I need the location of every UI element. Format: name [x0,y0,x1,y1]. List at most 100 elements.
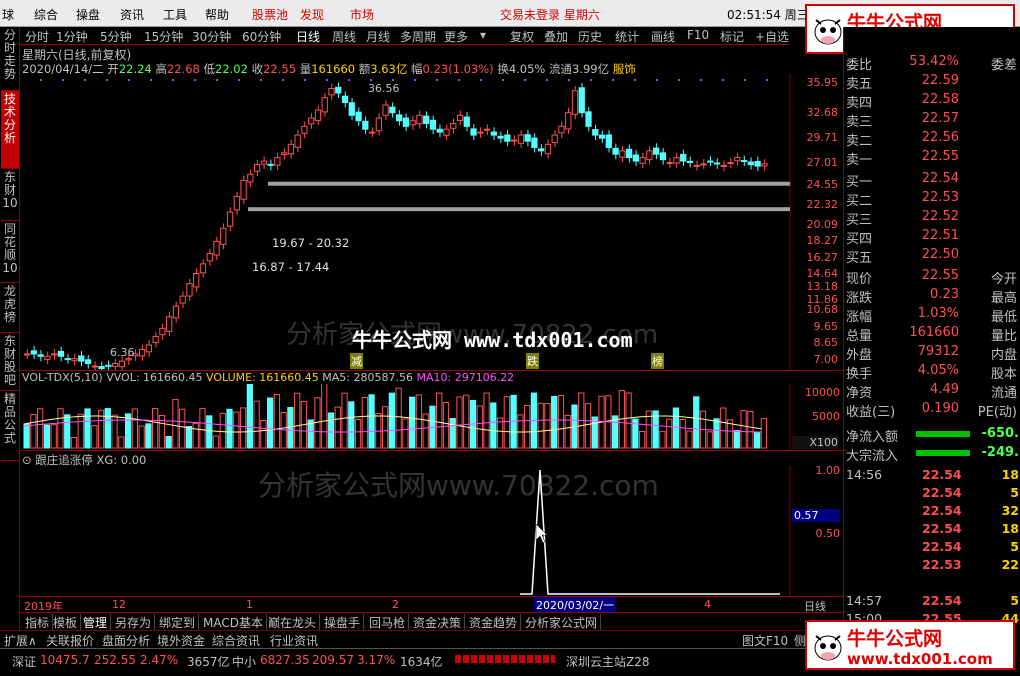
tool-fuquan[interactable]: 复权 [510,28,534,45]
cow-icon [814,635,842,661]
tool-tongji[interactable]: 统计 [615,28,639,45]
stat-row: 净资 4.49 流通 [844,381,1020,401]
candle-body [57,350,65,357]
tool-lishi[interactable]: 历史 [578,28,602,45]
menu-shichang[interactable]: 市场 [350,6,374,23]
menu-gupiaochi[interactable]: 股票池 [252,6,288,23]
tag-jian[interactable]: 减 [350,353,363,369]
tab-panmian[interactable]: 盘面分析 [102,632,150,649]
sell-row: 卖四 22.58 [844,91,1020,111]
menu-caopan[interactable]: 操盘 [76,6,100,23]
tool-biaoji[interactable]: 标记 [720,28,744,45]
candle-body [605,134,612,149]
sell-row-label: 卖四 [846,96,873,111]
candle-body [348,102,355,116]
btab-zijinqushi[interactable]: 资金趋势 [466,614,522,631]
menu-faxian[interactable]: 发现 [300,6,324,23]
tool-diejia[interactable]: 叠加 [544,28,568,45]
tab-f10-text[interactable]: 图文F10 [742,632,788,649]
menu-ball[interactable]: 球 [2,6,14,23]
tab-jingwai[interactable]: 境外资金 [157,632,205,649]
btab-bangdingdao[interactable]: 绑定到 [156,614,200,631]
tab-zonghezixun[interactable]: 综合资讯 [212,632,260,649]
left-tab-longhubang[interactable]: 龙虎榜 [1,283,19,333]
volume-bar [84,408,91,449]
indicator-tabs: 指标 模板 管理 另存为 绑定到 MACD基本 巅在龙头 操盘手 回马枪 资金决… [20,612,843,631]
tab-fenshi[interactable]: 分时 [25,28,49,45]
server-status[interactable]: 深圳云主站Z28 [566,653,650,670]
candle-body [754,160,761,167]
tool-huaxian[interactable]: 画线 [651,28,675,45]
tick-qty: 5 [1010,485,1019,500]
menu-gongju[interactable]: 工具 [163,6,187,23]
buy-row: 买二 22.53 [844,189,1020,209]
menu-zonghe[interactable]: 综合 [34,6,58,23]
volume-bar [449,417,456,449]
candle-body [30,350,38,355]
chevron-down-icon[interactable]: ⊙ [22,453,32,467]
volume-bar [740,410,747,449]
tag-bang[interactable]: 榜 [651,353,664,369]
left-tab-dongcai[interactable]: 东财10 [1,169,19,221]
left-tab-fenshi[interactable]: 分时走势 [1,27,19,91]
candle-body [206,253,213,262]
btab-muban[interactable]: 模板 [50,614,82,631]
tab-multi[interactable]: 多周期 [400,28,436,45]
left-tab-jingpin[interactable]: 精品公式 [1,391,19,461]
tick-qty: 18 [1001,521,1019,536]
flow-value: -650. [981,426,1019,441]
chevron-down-icon[interactable]: ▾ [480,28,486,42]
tab-hangye[interactable]: 行业资讯 [270,632,318,649]
left-tab-jishu[interactable]: 技术分析 [1,91,19,169]
tab-1min[interactable]: 1分钟 [56,28,88,45]
buy-row-label: 买一 [846,175,873,190]
volume-bars [23,384,768,449]
btab-caopanshou[interactable]: 操盘手 [321,614,365,631]
volume-bar [476,405,483,449]
btab-zhibiao[interactable]: 指标 [22,614,54,631]
left-tab-tonghuashun[interactable]: 同花顺10 [1,221,19,283]
tab-15min[interactable]: 15分钟 [144,28,183,45]
btab-fenxijia[interactable]: 分析家公式网 [522,614,602,631]
candle-body [335,86,342,94]
tag-die[interactable]: 跌 [526,353,539,369]
volume-bar [334,406,341,449]
volume-bar [239,407,247,449]
tab-monthly[interactable]: 月线 [366,28,390,45]
btab-huimaqiang[interactable]: 回马枪 [366,614,410,631]
btab-guanli[interactable]: 管理 [80,614,112,631]
btab-macd[interactable]: MACD基本 [200,614,267,631]
tab-60min[interactable]: 60分钟 [242,28,281,45]
btab-longtou[interactable]: 巅在龙头 [265,614,321,631]
tab-kuozhan[interactable]: 扩展∧ [4,632,37,649]
stat-row-right: 最高 [990,291,1017,306]
volume-bar [483,392,490,449]
tab-guanlian[interactable]: 关联报价 [46,632,94,649]
tab-5min[interactable]: 5分钟 [100,28,132,45]
menu-zixun[interactable]: 资讯 [120,6,144,23]
candle-body [213,241,220,256]
tab-daily[interactable]: 日线 [296,28,320,45]
zx-pct: 3.17% [357,653,396,667]
candle-body [172,305,180,319]
indicator-chart[interactable] [20,466,843,596]
btab-zijinjuece[interactable]: 资金决策 [410,614,466,631]
candle-body [625,148,633,159]
candle-body [247,173,254,183]
left-tab-guba[interactable]: 东财股吧 [1,333,19,391]
btab-lingcunwei[interactable]: 另存为 [112,614,156,631]
signal-dot [282,79,284,81]
tool-f10[interactable]: F10 [687,28,709,42]
volume-chart[interactable] [20,384,843,450]
tool-zixuan[interactable]: +自选 [755,28,789,45]
candle-body [341,95,349,104]
candle-body [328,87,335,96]
candle-body [423,115,430,125]
tab-weekly[interactable]: 周线 [332,28,356,45]
menu-bangzhu[interactable]: 帮助 [205,6,229,23]
price-axis-label: 8.65 [813,336,839,349]
tab-30min[interactable]: 30分钟 [192,28,231,45]
weibi-value: 53.42% [909,54,959,69]
tab-more[interactable]: 更多 [444,28,468,45]
sell-row-label: 卖一 [846,153,873,168]
